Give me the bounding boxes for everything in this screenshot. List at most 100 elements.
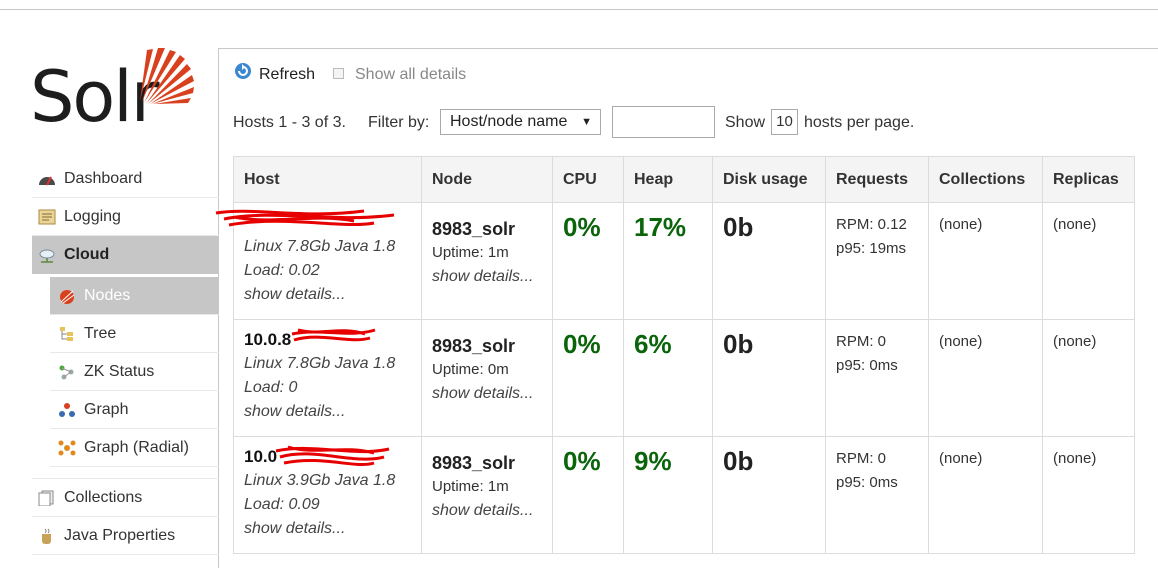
show-label: Show (725, 114, 766, 131)
refresh-button[interactable]: Refresh (259, 66, 315, 84)
sidebar-item-label: Nodes (84, 287, 131, 304)
disk-cell: 0b (712, 202, 826, 320)
host-os-info: Linux 7.8Gb Java 1.8 (244, 355, 396, 372)
tree-icon (60, 327, 73, 341)
requests-rpm: RPM: 0.12 (836, 216, 907, 233)
sidebar-item-label: Logging (64, 208, 121, 225)
cpu-cell: 0% (552, 436, 624, 554)
graph-radial-icon (58, 440, 76, 456)
column-header: Node (421, 156, 553, 203)
requests-cell: RPM: 0.12 p95: 19ms (825, 202, 929, 320)
sidebar-item-collections[interactable]: Collections (32, 479, 219, 517)
collections-cell: (none) (928, 319, 1043, 437)
collections-value: (none) (939, 333, 983, 350)
table-row: Linux 7.8Gb Java 1.8 Load: 0.02 show det… (215, 202, 1135, 320)
collections-value: (none) (939, 216, 983, 233)
solr-sun-icon (60, 290, 75, 304)
sidebar: Dashboard Logging Cloud Nodes Tree ZK St… (32, 160, 219, 555)
sidebar-item-java-properties[interactable]: Java Properties (32, 517, 219, 555)
sidebar-separator (32, 467, 219, 479)
sidebar-item-tree[interactable]: Tree (50, 315, 219, 353)
sidebar-item-logging[interactable]: Logging (32, 198, 219, 236)
sidebar-item-label: Cloud (64, 246, 110, 263)
column-header: Collections (928, 156, 1043, 203)
main-top-divider (219, 48, 1158, 49)
sidebar-item-graph[interactable]: Graph (50, 391, 219, 429)
sidebar-item-dashboard[interactable]: Dashboard (32, 160, 219, 198)
column-header: Heap (623, 156, 713, 203)
cloud-icon (39, 249, 55, 263)
column-header: Host (233, 156, 422, 203)
filter-type-select[interactable]: Host/node name ▼ (440, 109, 601, 135)
dashboard-icon (39, 176, 55, 186)
cpu-value: 0% (563, 446, 601, 476)
host-show-details-link[interactable]: show details... (244, 517, 421, 541)
host-address: 10.0.8 (244, 328, 421, 352)
host-os-info: Linux 7.8Gb Java 1.8 (244, 238, 396, 255)
sidebar-item-zk-status[interactable]: ZK Status (50, 353, 219, 391)
disk-usage-value: 0b (723, 212, 754, 242)
column-header: CPU (552, 156, 624, 203)
node-name: 8983_solr (432, 219, 516, 239)
redaction-scribble (291, 328, 376, 342)
node-uptime: Uptime: 1m (432, 478, 509, 495)
sidebar-item-label: Graph (84, 401, 129, 418)
cpu-value: 0% (563, 212, 601, 242)
sidebar-item-nodes[interactable]: Nodes (50, 277, 219, 315)
java-icon (42, 528, 51, 544)
requests-p95: p95: 0ms (836, 474, 898, 491)
node-show-details-link[interactable]: show details... (432, 265, 552, 289)
host-show-details-link[interactable]: show details... (244, 400, 421, 424)
collections-icon (38, 490, 54, 506)
host-show-details-link[interactable]: show details... (244, 283, 421, 307)
sidebar-item-graph-radial[interactable]: Graph (Radial) (50, 429, 219, 467)
zk-status-icon (59, 365, 74, 380)
hosts-per-page-label: hosts per page. (804, 114, 915, 131)
column-header: Replicas (1042, 156, 1135, 203)
filter-type-value: Host/node name (450, 113, 568, 130)
disk-cell: 0b (712, 436, 826, 554)
requests-p95: p95: 0ms (836, 357, 898, 374)
heap-value: 17% (634, 212, 687, 242)
sidebar-item-label: Java Properties (64, 527, 176, 544)
node-show-details-link[interactable]: show details... (432, 499, 552, 523)
collections-value: (none) (939, 450, 983, 467)
hosts-count-text: Hosts 1 - 3 of 3. (233, 114, 346, 131)
filter-by-label: Filter by: (368, 114, 430, 131)
node-uptime: Uptime: 1m (432, 244, 509, 261)
filter-input[interactable] (612, 106, 715, 138)
replicas-value: (none) (1053, 333, 1097, 350)
collections-cell: (none) (928, 202, 1043, 320)
requests-cell: RPM: 0 p95: 0ms (825, 436, 929, 554)
node-name: 8983_solr (432, 336, 516, 356)
requests-rpm: RPM: 0 (836, 450, 887, 467)
show-all-details-label[interactable]: Show all details (355, 66, 466, 84)
solr-logo[interactable]: Solr (30, 46, 200, 136)
redaction-scribble (215, 209, 395, 227)
node-cell: 8983_solr Uptime: 0m show details... (421, 319, 553, 437)
graph-icon (59, 403, 75, 417)
host-cell: 10.0.8 Linux 7.8Gb Java 1.8 Load: 0 show… (233, 319, 422, 437)
host-load: Load: 0.09 (244, 496, 320, 513)
node-show-details-link[interactable]: show details... (432, 382, 552, 406)
heap-value: 9% (634, 446, 672, 476)
host-cell: 10.0 Linux 3.9Gb Java 1.8 Load: 0.09 sho… (233, 436, 422, 554)
disk-cell: 0b (712, 319, 826, 437)
host-address (215, 209, 421, 235)
replicas-cell: (none) (1042, 436, 1135, 554)
refresh-icon[interactable] (234, 62, 252, 80)
column-header: Disk usage (712, 156, 826, 203)
hosts-per-page-input[interactable]: 10 (771, 109, 798, 135)
replicas-value: (none) (1053, 216, 1097, 233)
table-row: 10.0.8 Linux 7.8Gb Java 1.8 Load: 0 show… (233, 319, 1135, 437)
top-divider (0, 9, 1158, 10)
disk-usage-value: 0b (723, 446, 754, 476)
host-load: Load: 0.02 (244, 262, 320, 279)
redaction-scribble (275, 445, 390, 467)
hosts-table: Host Node CPU Heap Disk usage Requests C… (215, 156, 1135, 554)
sidebar-item-cloud[interactable]: Cloud (32, 236, 219, 274)
column-header: Requests (825, 156, 929, 203)
chevron-down-icon: ▼ (581, 116, 592, 128)
show-all-details-checkbox[interactable] (333, 68, 344, 79)
sidebar-item-label: Dashboard (64, 170, 143, 187)
